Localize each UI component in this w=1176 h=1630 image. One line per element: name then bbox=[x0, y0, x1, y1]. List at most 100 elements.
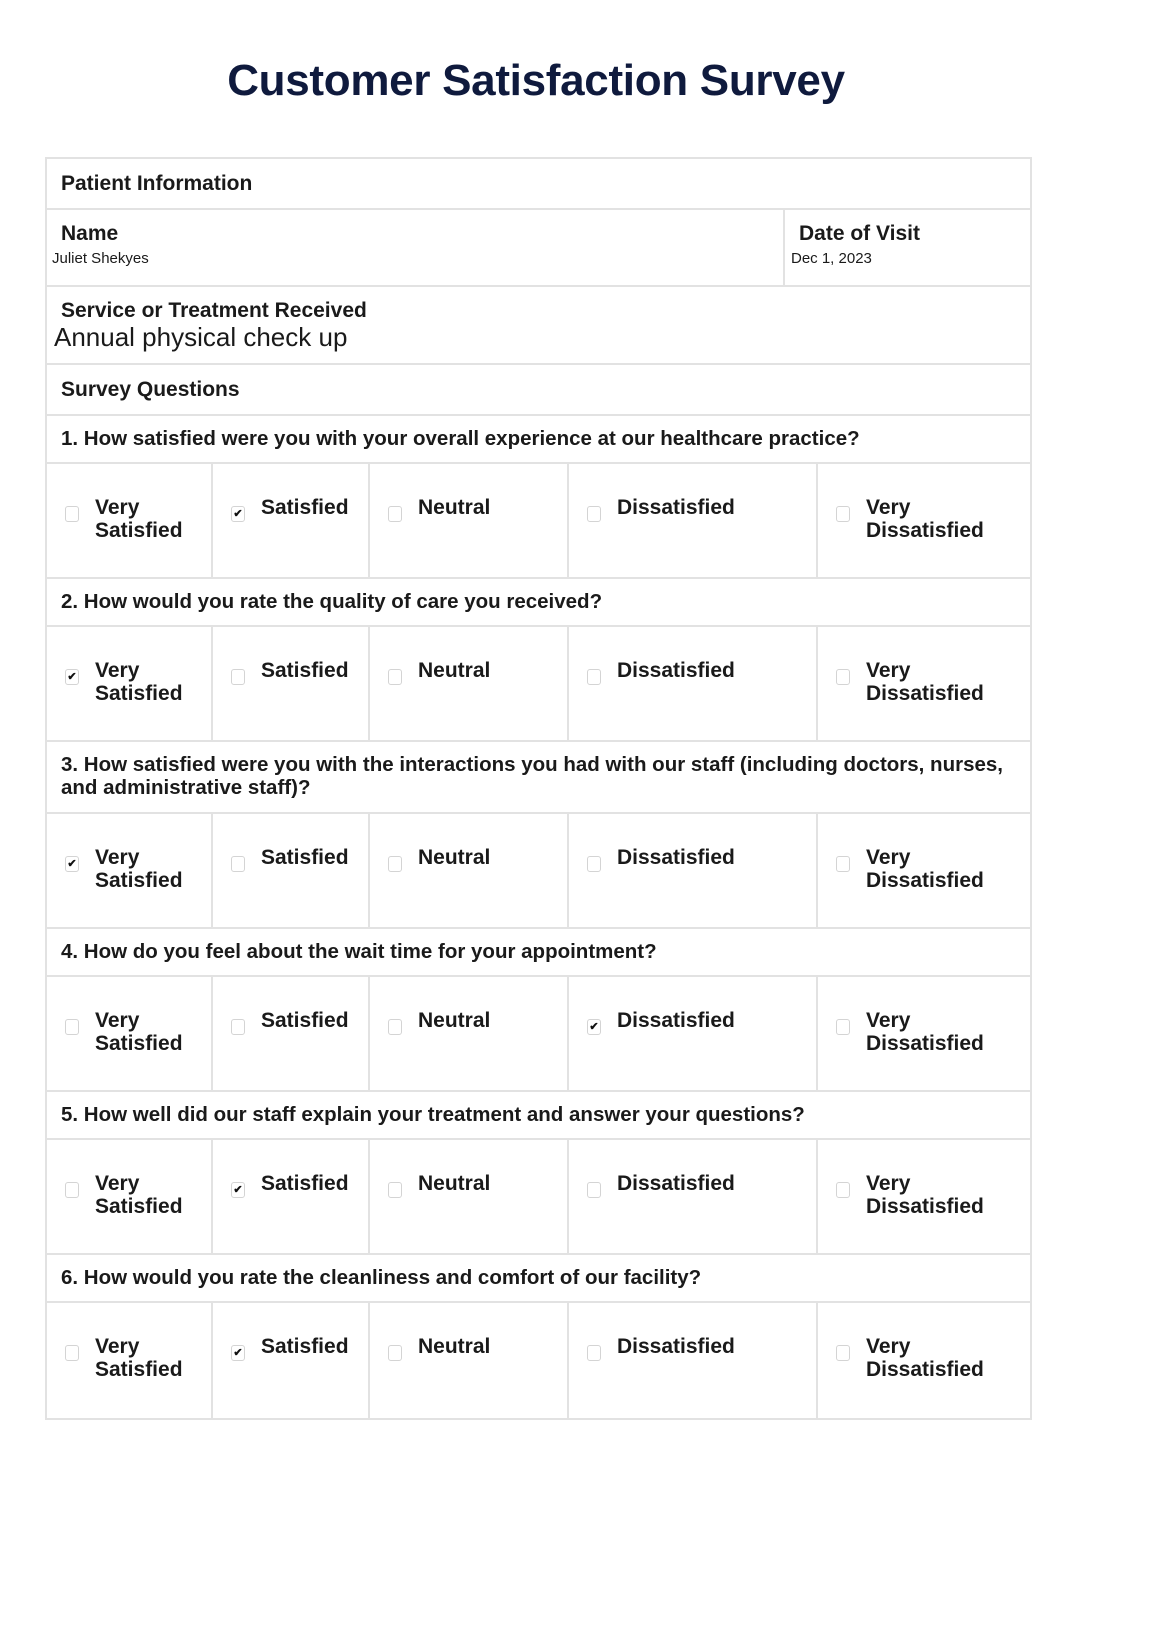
checkbox[interactable] bbox=[587, 856, 601, 872]
option-label-line: Dissatisfied bbox=[866, 869, 984, 892]
checkbox[interactable] bbox=[836, 1345, 850, 1361]
service-label: Service or Treatment Received bbox=[61, 299, 367, 322]
option-label-line: Neutral bbox=[418, 659, 491, 682]
option-satisfied[interactable]: ✔ Satisfied bbox=[213, 1303, 370, 1418]
option-label: Dissatisfied bbox=[617, 1172, 757, 1195]
option-label: Dissatisfied bbox=[617, 846, 757, 869]
option-dissatisfied[interactable]: Dissatisfied bbox=[569, 627, 818, 740]
checkbox[interactable] bbox=[836, 669, 850, 685]
option-label-line: Neutral bbox=[418, 1335, 491, 1358]
checkbox[interactable] bbox=[836, 1182, 850, 1198]
question-text: 3. How satisfied were you with the inter… bbox=[47, 742, 1030, 814]
option-very-satisfied[interactable]: ✔ Very Satisfied bbox=[47, 814, 213, 927]
option-neutral[interactable]: Neutral bbox=[370, 814, 569, 927]
option-very-satisfied[interactable]: Very Satisfied bbox=[47, 1303, 213, 1418]
checkbox[interactable] bbox=[836, 1019, 850, 1035]
name-field[interactable]: Name Juliet Shekyes bbox=[47, 210, 785, 285]
option-very-dissatisfied[interactable]: Very Dissatisfied bbox=[818, 627, 1030, 740]
checkbox[interactable]: ✔ bbox=[65, 669, 79, 685]
question-options-row: ✔ Very Satisfied Satisfied Neutral Dissatisfi… bbox=[47, 627, 1030, 742]
question-options-row: ✔ Very Satisfied Satisfied Neutral Dissatisfi… bbox=[47, 814, 1030, 929]
option-label: Very Dissatisfied bbox=[866, 659, 1006, 705]
option-label-line: Neutral bbox=[418, 1172, 491, 1195]
option-dissatisfied[interactable]: Dissatisfied bbox=[569, 1140, 818, 1253]
option-dissatisfied[interactable]: ✔ Dissatisfied bbox=[569, 977, 818, 1090]
question-text: 1. How satisfied were you with your over… bbox=[47, 416, 1030, 464]
checkbox[interactable] bbox=[65, 506, 79, 522]
option-very-satisfied[interactable]: Very Satisfied bbox=[47, 1140, 213, 1253]
option-label-line: Dissatisfied bbox=[866, 1032, 984, 1055]
option-label-line: Neutral bbox=[418, 846, 491, 869]
survey-questions-header: Survey Questions bbox=[47, 365, 1030, 416]
option-label: Neutral bbox=[418, 1172, 558, 1195]
option-very-dissatisfied[interactable]: Very Dissatisfied bbox=[818, 1303, 1030, 1418]
service-field[interactable]: Service or Treatment Received Annual phy… bbox=[47, 287, 1030, 365]
option-label: Very Dissatisfied bbox=[866, 1335, 1006, 1381]
name-label: Name bbox=[61, 222, 119, 245]
checkbox[interactable] bbox=[388, 1019, 402, 1035]
checkbox[interactable] bbox=[388, 1182, 402, 1198]
option-label-line: Neutral bbox=[418, 1009, 491, 1032]
date-of-visit-value: Dec 1, 2023 bbox=[791, 250, 872, 267]
checkbox[interactable] bbox=[587, 1182, 601, 1198]
option-satisfied[interactable]: Satisfied bbox=[213, 977, 370, 1090]
checkbox[interactable] bbox=[65, 1019, 79, 1035]
checkbox[interactable] bbox=[388, 1345, 402, 1361]
option-neutral[interactable]: Neutral bbox=[370, 1303, 569, 1418]
checkbox[interactable]: ✔ bbox=[587, 1019, 601, 1035]
checkbox[interactable] bbox=[231, 1019, 245, 1035]
option-label-line: Dissatisfied bbox=[617, 846, 735, 869]
checkbox[interactable] bbox=[231, 856, 245, 872]
option-very-satisfied[interactable]: ✔ Very Satisfied bbox=[47, 627, 213, 740]
option-very-dissatisfied[interactable]: Very Dissatisfied bbox=[818, 977, 1030, 1090]
option-label-line: Dissatisfied bbox=[617, 659, 735, 682]
option-label-line: Very bbox=[866, 1009, 911, 1032]
option-label: Dissatisfied bbox=[617, 1009, 757, 1032]
option-neutral[interactable]: Neutral bbox=[370, 1140, 569, 1253]
option-label: Neutral bbox=[418, 659, 558, 682]
checkbox[interactable] bbox=[587, 669, 601, 685]
question-options-row: Very Satisfied ✔ Satisfied Neutral Dissatisfi… bbox=[47, 1140, 1030, 1255]
date-of-visit-label: Date of Visit bbox=[799, 222, 920, 245]
checkbox[interactable]: ✔ bbox=[231, 1182, 245, 1198]
option-label: Neutral bbox=[418, 1009, 558, 1032]
option-dissatisfied[interactable]: Dissatisfied bbox=[569, 814, 818, 927]
checkbox[interactable] bbox=[65, 1182, 79, 1198]
option-label: Neutral bbox=[418, 496, 558, 519]
checkbox[interactable] bbox=[836, 856, 850, 872]
checkbox[interactable] bbox=[231, 669, 245, 685]
option-neutral[interactable]: Neutral bbox=[370, 464, 569, 577]
question-text: 4. How do you feel about the wait time f… bbox=[47, 929, 1030, 977]
option-neutral[interactable]: Neutral bbox=[370, 627, 569, 740]
option-label: Neutral bbox=[418, 1335, 558, 1358]
checkbox[interactable] bbox=[388, 506, 402, 522]
checkbox[interactable] bbox=[388, 669, 402, 685]
option-satisfied[interactable]: ✔ Satisfied bbox=[213, 1140, 370, 1253]
option-dissatisfied[interactable]: Dissatisfied bbox=[569, 464, 818, 577]
option-very-satisfied[interactable]: Very Satisfied bbox=[47, 464, 213, 577]
question-options-row: Very Satisfied ✔ Satisfied Neutral Dissatisfi… bbox=[47, 464, 1030, 579]
option-dissatisfied[interactable]: Dissatisfied bbox=[569, 1303, 818, 1418]
survey-form: Patient Information Name Juliet Shekyes … bbox=[45, 157, 1032, 1420]
checkbox[interactable] bbox=[587, 506, 601, 522]
option-very-satisfied[interactable]: Very Satisfied bbox=[47, 977, 213, 1090]
checkbox[interactable] bbox=[388, 856, 402, 872]
checkbox[interactable] bbox=[65, 1345, 79, 1361]
checkbox[interactable] bbox=[587, 1345, 601, 1361]
patient-information-header: Patient Information bbox=[47, 159, 1030, 210]
option-satisfied[interactable]: Satisfied bbox=[213, 814, 370, 927]
option-satisfied[interactable]: Satisfied bbox=[213, 627, 370, 740]
checkbox[interactable] bbox=[836, 506, 850, 522]
option-satisfied[interactable]: ✔ Satisfied bbox=[213, 464, 370, 577]
option-very-dissatisfied[interactable]: Very Dissatisfied bbox=[818, 464, 1030, 577]
date-of-visit-field[interactable]: Date of Visit Dec 1, 2023 bbox=[785, 210, 1030, 285]
option-very-dissatisfied[interactable]: Very Dissatisfied bbox=[818, 814, 1030, 927]
option-label-line: Dissatisfied bbox=[866, 519, 984, 542]
checkbox[interactable]: ✔ bbox=[231, 506, 245, 522]
checkbox[interactable]: ✔ bbox=[231, 1345, 245, 1361]
option-neutral[interactable]: Neutral bbox=[370, 977, 569, 1090]
option-very-dissatisfied[interactable]: Very Dissatisfied bbox=[818, 1140, 1030, 1253]
page-title: Customer Satisfaction Survey bbox=[227, 56, 845, 105]
option-label: Neutral bbox=[418, 846, 558, 869]
checkbox[interactable]: ✔ bbox=[65, 856, 79, 872]
